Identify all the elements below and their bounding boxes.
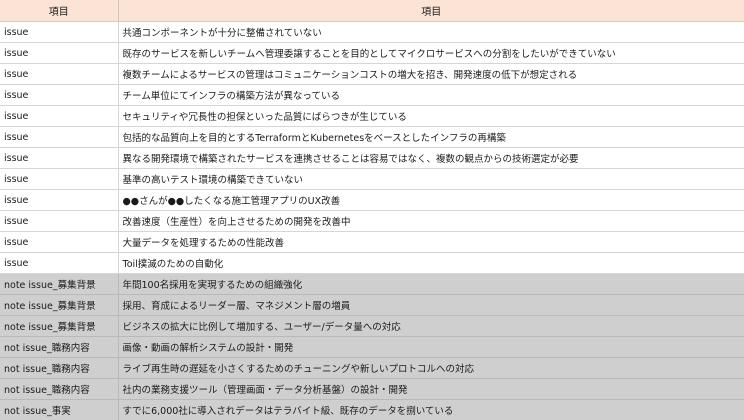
table-row: issue Toil撲滅のための自動化 xyxy=(0,252,744,274)
cell-content[interactable]: 共通コンポーネントが十分に整備されていない xyxy=(118,21,744,43)
cell-content[interactable]: ライブ再生時の遅延を小さくするためのチューニングや新しいプロトコルへの対応 xyxy=(118,357,744,379)
cell-type[interactable]: issue xyxy=(0,189,119,211)
table-row: not issue_職務内容 画像・動画の解析システムの設計・開発 xyxy=(0,336,744,358)
table-row: not issue_事実 すでに6,000社に導入されデータはテラバイト級、既存の… xyxy=(0,399,744,420)
cell-type[interactable]: issue xyxy=(0,63,119,85)
cell-content[interactable]: 大量データを処理するための性能改善 xyxy=(118,231,744,253)
table-row: issue 複数チームによるサービスの管理はコミュニケーションコストの増大を招き、… xyxy=(0,63,744,85)
cell-type[interactable]: issue xyxy=(0,84,119,106)
cell-type[interactable]: issue xyxy=(0,252,119,274)
cell-type[interactable]: note issue_募集背景 xyxy=(0,273,119,295)
cell-type[interactable]: issue xyxy=(0,126,119,148)
table-row: issue 包括的な品質向上を目的とするTerraformとKubernetesを… xyxy=(0,126,744,148)
cell-type[interactable]: issue xyxy=(0,168,119,190)
cell-content[interactable]: 異なる開発環境で構築されたサービスを連携させることは容易ではなく、複数の観点から… xyxy=(118,147,744,169)
cell-type[interactable]: note issue_募集背景 xyxy=(0,294,119,316)
cell-content[interactable]: セキュリティや冗長性の担保といった品質にばらつきが生じている xyxy=(118,105,744,127)
table-body: issue 共通コンポーネントが十分に整備されていない issue 既存のサービスを新… xyxy=(0,21,744,420)
cell-content[interactable]: チーム単位にてインフラの構築方法が異なっている xyxy=(118,84,744,106)
cell-content[interactable]: 包括的な品質向上を目的とするTerraformとKubernetesをベースとし… xyxy=(118,126,744,148)
cell-content[interactable]: 画像・動画の解析システムの設計・開発 xyxy=(118,336,744,358)
cell-type[interactable]: issue xyxy=(0,42,119,64)
table-row: issue 異なる開発環境で構築されたサービスを連携させることは容易ではなく、複数… xyxy=(0,147,744,169)
spreadsheet: 項目 項目 issue 共通コンポーネントが十分に整備されていない issue 既存の… xyxy=(0,0,744,420)
table-row: issue 大量データを処理するための性能改善 xyxy=(0,231,744,253)
table-row: issue 共通コンポーネントが十分に整備されていない xyxy=(0,21,744,43)
table-row: issue セキュリティや冗長性の担保といった品質にばらつきが生じている xyxy=(0,105,744,127)
cell-type[interactable]: not issue_職務内容 xyxy=(0,357,119,379)
table-row: issue 改善速度（生産性）を向上させるための開発を改善中 xyxy=(0,210,744,232)
cell-type[interactable]: issue xyxy=(0,105,119,127)
cell-content[interactable]: すでに6,000社に導入されデータはテラバイト級、既存のデータを捌いている xyxy=(118,399,744,420)
cell-type[interactable]: issue xyxy=(0,147,119,169)
cell-content[interactable]: Toil撲滅のための自動化 xyxy=(118,252,744,274)
column-header-item-2[interactable]: 項目 xyxy=(118,0,744,22)
cell-content[interactable]: 基準の高いテスト環境の構築できていない xyxy=(118,168,744,190)
cell-content[interactable]: 社内の業務支援ツール（管理画面・データ分析基盤）の設計・開発 xyxy=(118,378,744,400)
table-row: not issue_職務内容 ライブ再生時の遅延を小さくするためのチューニングや新… xyxy=(0,357,744,379)
cell-content[interactable]: 採用、育成によるリーダー層、マネジメント層の増員 xyxy=(118,294,744,316)
cell-content[interactable]: 複数チームによるサービスの管理はコミュニケーションコストの増大を招き、開発速度の… xyxy=(118,63,744,85)
cell-type[interactable]: not issue_職務内容 xyxy=(0,336,119,358)
data-table: 項目 項目 issue 共通コンポーネントが十分に整備されていない issue 既存の… xyxy=(0,0,744,420)
table-row: issue チーム単位にてインフラの構築方法が異なっている xyxy=(0,84,744,106)
cell-content[interactable]: 改善速度（生産性）を向上させるための開発を改善中 xyxy=(118,210,744,232)
cell-content[interactable]: ●●さんが●●したくなる施工管理アプリのUX改善 xyxy=(118,189,744,211)
header-row: 項目 項目 xyxy=(0,0,744,22)
table-row: note issue_募集背景 採用、育成によるリーダー層、マネジメント層の増員 xyxy=(0,294,744,316)
cell-type[interactable]: note issue_募集背景 xyxy=(0,315,119,337)
table-row: issue 既存のサービスを新しいチームへ管理委譲することを目的としてマイクロサー… xyxy=(0,42,744,64)
cell-content[interactable]: ビジネスの拡大に比例して増加する、ユーザー/データ量への対応 xyxy=(118,315,744,337)
table-row: issue 基準の高いテスト環境の構築できていない xyxy=(0,168,744,190)
table-row: note issue_募集背景 ビジネスの拡大に比例して増加する、ユーザー/データ… xyxy=(0,315,744,337)
table-row: issue ●●さんが●●したくなる施工管理アプリのUX改善 xyxy=(0,189,744,211)
cell-content[interactable]: 既存のサービスを新しいチームへ管理委譲することを目的としてマイクロサービスへの分… xyxy=(118,42,744,64)
cell-type[interactable]: not issue_職務内容 xyxy=(0,378,119,400)
cell-content[interactable]: 年間100名採用を実現するための組織強化 xyxy=(118,273,744,295)
cell-type[interactable]: not issue_事実 xyxy=(0,399,119,420)
column-header-item[interactable]: 項目 xyxy=(0,0,119,22)
cell-type[interactable]: issue xyxy=(0,231,119,253)
table-row: note issue_募集背景 年間100名採用を実現するための組織強化 xyxy=(0,273,744,295)
cell-type[interactable]: issue xyxy=(0,21,119,43)
table-row: not issue_職務内容 社内の業務支援ツール（管理画面・データ分析基盤）の設… xyxy=(0,378,744,400)
cell-type[interactable]: issue xyxy=(0,210,119,232)
